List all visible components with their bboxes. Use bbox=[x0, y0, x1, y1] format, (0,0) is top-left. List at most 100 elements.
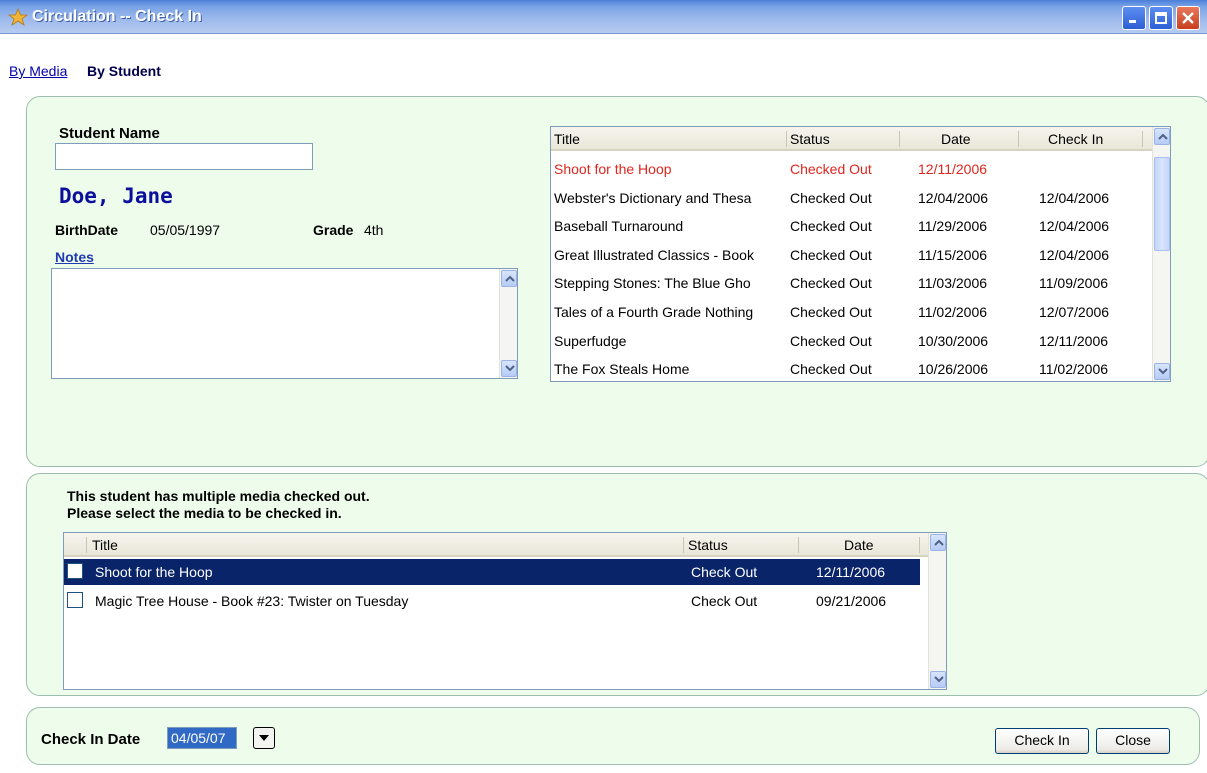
history-col-title[interactable]: Title bbox=[554, 131, 580, 147]
history-cell-date: 11/03/2006 bbox=[918, 275, 988, 292]
history-row[interactable]: Great Illustrated Classics - Book Checked… bbox=[551, 241, 1154, 270]
history-cell-status: Checked Out bbox=[790, 246, 872, 263]
minimize-icon bbox=[1129, 20, 1136, 23]
history-cell-status: Checked Out bbox=[790, 332, 872, 349]
selection-col-date[interactable]: Date bbox=[844, 537, 874, 553]
checkout-history-grid[interactable]: Title Status Date Check In Shoot for the… bbox=[550, 126, 1171, 382]
selection-scroll-up-button[interactable] bbox=[930, 534, 946, 551]
window-title: Circulation -- Check In bbox=[32, 8, 202, 25]
history-cell-title: Tales of a Fourth Grade Nothing bbox=[554, 304, 754, 320]
notes-scroll-up-button[interactable] bbox=[501, 270, 517, 287]
history-cell-check-in: 12/04/2006 bbox=[1039, 189, 1110, 206]
selection-scrollbar[interactable] bbox=[928, 533, 946, 689]
history-row[interactable]: The Fox Steals Home Checked Out 10/26/2006… bbox=[551, 355, 1154, 381]
student-name-label: Student Name bbox=[59, 125, 160, 142]
history-cell-check-in: 12/04/2006 bbox=[1039, 246, 1110, 263]
selection-scroll-down-button[interactable] bbox=[930, 671, 946, 688]
close-button[interactable]: Close bbox=[1096, 728, 1170, 754]
history-col-date[interactable]: Date bbox=[941, 131, 971, 147]
date-dropdown-button[interactable] bbox=[253, 727, 275, 749]
chevron-down-icon bbox=[505, 365, 515, 372]
history-scroll-up-button[interactable] bbox=[1154, 128, 1170, 145]
close-button-label: Close bbox=[1115, 732, 1151, 748]
history-row[interactable]: Stepping Stones: The Blue Gho Checked Out… bbox=[551, 269, 1154, 298]
history-scroll-down-button[interactable] bbox=[1154, 363, 1170, 380]
student-name-input[interactable] bbox=[55, 143, 313, 170]
multiple-media-message: This student has multiple media checked … bbox=[67, 488, 370, 522]
check-in-date-input[interactable]: 04/05/07 bbox=[167, 727, 237, 749]
history-cell-date: 12/04/2006 bbox=[918, 189, 989, 206]
chevron-up-icon bbox=[505, 275, 515, 282]
row-checkbox[interactable] bbox=[67, 592, 83, 608]
history-cell-check-in: 11/09/2006 bbox=[1039, 275, 1109, 292]
by-student-link[interactable]: By Student bbox=[87, 63, 161, 79]
selection-header: Title Status Date bbox=[64, 533, 930, 557]
history-col-status[interactable]: Status bbox=[790, 131, 830, 147]
history-cell-title: Stepping Stones: The Blue Gho bbox=[554, 275, 751, 292]
selection-cell-date: 09/21/2006 bbox=[816, 593, 887, 609]
history-cell-date: 12/11/2006 bbox=[918, 161, 988, 177]
notes-link[interactable]: Notes bbox=[55, 249, 94, 265]
check-in-button[interactable]: Check In bbox=[995, 728, 1089, 754]
history-cell-status: Checked Out bbox=[790, 275, 872, 292]
selection-cell-date: 12/11/2006 bbox=[816, 564, 886, 580]
selection-cell-title: Magic Tree House - Book #23: Twister on … bbox=[95, 593, 409, 609]
history-col-checkin[interactable]: Check In bbox=[1048, 131, 1103, 147]
close-window-button[interactable] bbox=[1176, 6, 1200, 30]
minimize-button[interactable] bbox=[1122, 6, 1146, 30]
history-row[interactable]: Shoot for the Hoop Checked Out 12/11/2006 bbox=[551, 155, 1154, 184]
history-cell-status: Checked Out bbox=[790, 161, 872, 177]
history-cell-check-in: 12/04/2006 bbox=[1039, 218, 1110, 235]
history-cell-title: Baseball Turnaround bbox=[554, 218, 684, 235]
close-icon bbox=[1182, 12, 1194, 24]
history-cell-status: Checked Out bbox=[790, 361, 872, 378]
history-cell-check-in: 12/07/2006 bbox=[1039, 304, 1110, 320]
history-cell-title: Great Illustrated Classics - Book bbox=[554, 246, 754, 263]
history-cell-status: Checked Out bbox=[790, 304, 872, 320]
maximize-icon bbox=[1155, 12, 1167, 24]
chevron-up-icon bbox=[1158, 133, 1168, 140]
by-media-link[interactable]: By Media bbox=[9, 63, 67, 79]
history-cell-check-in: 12/11/2006 bbox=[1039, 332, 1109, 349]
history-cell-status: Checked Out bbox=[790, 218, 872, 235]
selection-col-status[interactable]: Status bbox=[688, 537, 728, 553]
message-line-2: Please select the media to be checked in… bbox=[67, 505, 342, 521]
history-row[interactable]: Superfudge Checked Out 10/30/2006 12/11/200… bbox=[551, 327, 1154, 356]
maximize-button[interactable] bbox=[1149, 6, 1173, 30]
mode-links: By Media By Student bbox=[9, 63, 161, 79]
title-bar: Circulation -- Check In bbox=[0, 0, 1207, 34]
notes-scroll-down-button[interactable] bbox=[501, 360, 517, 377]
grade-value: 4th bbox=[364, 222, 384, 238]
history-row[interactable]: Webster's Dictionary and Thesa Checked Ou… bbox=[551, 184, 1154, 213]
media-selection-grid[interactable]: Title Status Date Shoot for the Hoop Chec… bbox=[63, 532, 947, 690]
check-in-button-label: Check In bbox=[1014, 732, 1070, 748]
birthdate-value: 05/05/1997 bbox=[150, 222, 221, 238]
history-cell-title: Shoot for the Hoop bbox=[554, 161, 672, 177]
grade-label: Grade bbox=[313, 222, 354, 238]
chevron-down-icon bbox=[934, 676, 944, 683]
history-cell-status: Checked Out bbox=[790, 189, 872, 206]
selection-row[interactable]: Magic Tree House - Book #23: Twister on … bbox=[64, 588, 920, 614]
history-cell-date: 10/30/2006 bbox=[918, 332, 989, 349]
notes-textarea[interactable] bbox=[51, 268, 518, 379]
chevron-down-icon bbox=[1158, 368, 1168, 375]
selection-cell-title: Shoot for the Hoop bbox=[95, 564, 213, 580]
notes-scrollbar[interactable] bbox=[499, 269, 517, 378]
history-scrollbar[interactable] bbox=[1152, 127, 1170, 381]
row-checkbox[interactable] bbox=[67, 563, 83, 579]
history-cell-title: Webster's Dictionary and Thesa bbox=[554, 189, 752, 206]
history-cell-title: Superfudge bbox=[554, 332, 627, 349]
selection-cell-status: Check Out bbox=[691, 564, 758, 580]
history-cell-date: 11/29/2006 bbox=[918, 218, 988, 235]
app-star-icon bbox=[8, 8, 28, 26]
history-cell-date: 11/02/2006 bbox=[918, 304, 988, 320]
history-cell-date: 10/26/2006 bbox=[918, 361, 989, 378]
history-row[interactable]: Tales of a Fourth Grade Nothing Checked O… bbox=[551, 298, 1154, 327]
history-cell-title: The Fox Steals Home bbox=[554, 361, 690, 378]
history-scroll-thumb[interactable] bbox=[1154, 157, 1170, 251]
selection-row[interactable]: Shoot for the Hoop Check Out 12/11/2006 bbox=[64, 559, 920, 585]
selection-col-title[interactable]: Title bbox=[92, 537, 118, 553]
dropdown-arrow-icon bbox=[259, 735, 269, 741]
student-display-name: Doe, Jane bbox=[59, 184, 173, 208]
history-row[interactable]: Baseball Turnaround Checked Out 11/29/2006… bbox=[551, 212, 1154, 241]
